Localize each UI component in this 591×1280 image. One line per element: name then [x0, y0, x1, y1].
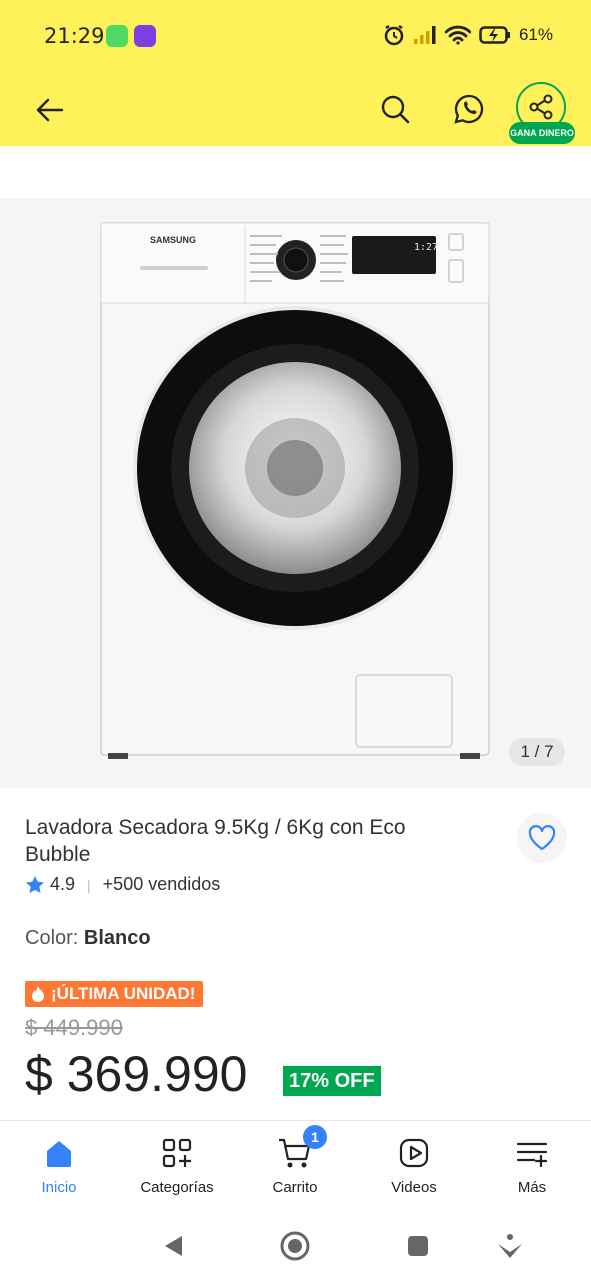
wifi-icon — [444, 25, 471, 45]
display-digits: 1:27 — [414, 242, 438, 253]
status-time: 21:29 — [44, 24, 105, 48]
circle-home-icon — [280, 1231, 310, 1261]
share-icon — [529, 94, 553, 120]
last-unit-text: ¡ÚLTIMA UNIDAD! — [51, 984, 196, 1003]
fire-icon — [32, 986, 44, 1002]
status-bar: 21:29 61% — [0, 0, 591, 72]
nav-videos[interactable]: Videos — [364, 1133, 464, 1196]
product-title: Lavadora Secadora 9.5Kg / 6Kg con Eco Bu… — [25, 816, 406, 866]
nav-more-label: Más — [517, 1179, 547, 1196]
nav-cart[interactable]: 1 Carrito — [245, 1125, 345, 1196]
system-assistant-button[interactable] — [492, 1228, 528, 1264]
signal-icon — [413, 26, 436, 44]
rating-divider: | — [87, 876, 91, 893]
star-icon — [26, 875, 44, 893]
video-icon — [399, 1138, 429, 1168]
alarm-icon — [384, 24, 404, 46]
bottom-navigation: Inicio Categorías 1 Carrito Videos Más — [0, 1120, 591, 1211]
nav-more[interactable]: Más — [482, 1133, 582, 1196]
nav-cart-label: Carrito — [272, 1179, 318, 1196]
color-selector[interactable]: Color: Blanco — [25, 927, 151, 950]
rating-value: 4.9 — [50, 874, 76, 894]
product-image: 1:27 SAMSUNG — [100, 222, 490, 759]
heart-icon — [528, 825, 556, 851]
whatsapp-share-button[interactable] — [446, 86, 492, 132]
search-icon — [381, 95, 410, 124]
status-indicators: 61% — [383, 24, 553, 46]
earn-money-badge: GANA DINERO — [509, 122, 575, 144]
top-app-bar: GANA DINERO — [0, 72, 591, 146]
home-icon — [47, 1141, 71, 1167]
messages-app-icon — [106, 25, 128, 47]
nav-videos-label: Videos — [391, 1179, 437, 1196]
last-unit-badge: ¡ÚLTIMA UNIDAD! — [25, 981, 204, 1007]
categories-icon — [162, 1138, 192, 1168]
system-back-button[interactable] — [155, 1228, 191, 1264]
nav-categories[interactable]: Categorías — [127, 1133, 227, 1196]
podcast-app-icon — [134, 25, 156, 47]
back-button[interactable] — [28, 88, 72, 132]
color-value: Blanco — [83, 927, 151, 949]
nav-home[interactable]: Inicio — [9, 1133, 109, 1196]
nav-categories-label: Categorías — [140, 1179, 214, 1196]
more-menu-icon — [516, 1142, 548, 1168]
image-counter: 1 / 7 — [509, 738, 565, 766]
product-image-gallery[interactable]: 1:27 SAMSUNG 1 / 7 — [0, 198, 591, 788]
cart-count-badge: 1 — [303, 1125, 327, 1149]
nav-home-label: Inicio — [41, 1179, 77, 1196]
battery-percent: 61% — [518, 25, 553, 44]
square-recents-icon — [408, 1236, 428, 1256]
discount-badge: 17% OFF — [283, 1066, 381, 1096]
battery-charging-icon — [479, 26, 510, 44]
assistant-icon — [498, 1234, 522, 1258]
system-home-button[interactable] — [277, 1228, 313, 1264]
triangle-back-icon — [165, 1236, 182, 1256]
whatsapp-icon — [454, 94, 484, 124]
brand-logo-text: SAMSUNG — [150, 235, 196, 245]
search-button[interactable] — [372, 86, 418, 132]
favorite-button[interactable] — [517, 813, 567, 863]
current-price: $ 369.990 — [25, 1046, 248, 1102]
system-recents-button[interactable] — [400, 1228, 436, 1264]
system-navigation-bar — [0, 1210, 591, 1280]
sold-count: +500 vendidos — [102, 874, 221, 894]
arrow-left-icon — [36, 98, 64, 122]
original-price: $ 449.990 — [25, 1015, 123, 1040]
color-label: Color: — [25, 927, 79, 949]
rating-row[interactable]: 4.9 | +500 vendidos — [25, 874, 220, 895]
